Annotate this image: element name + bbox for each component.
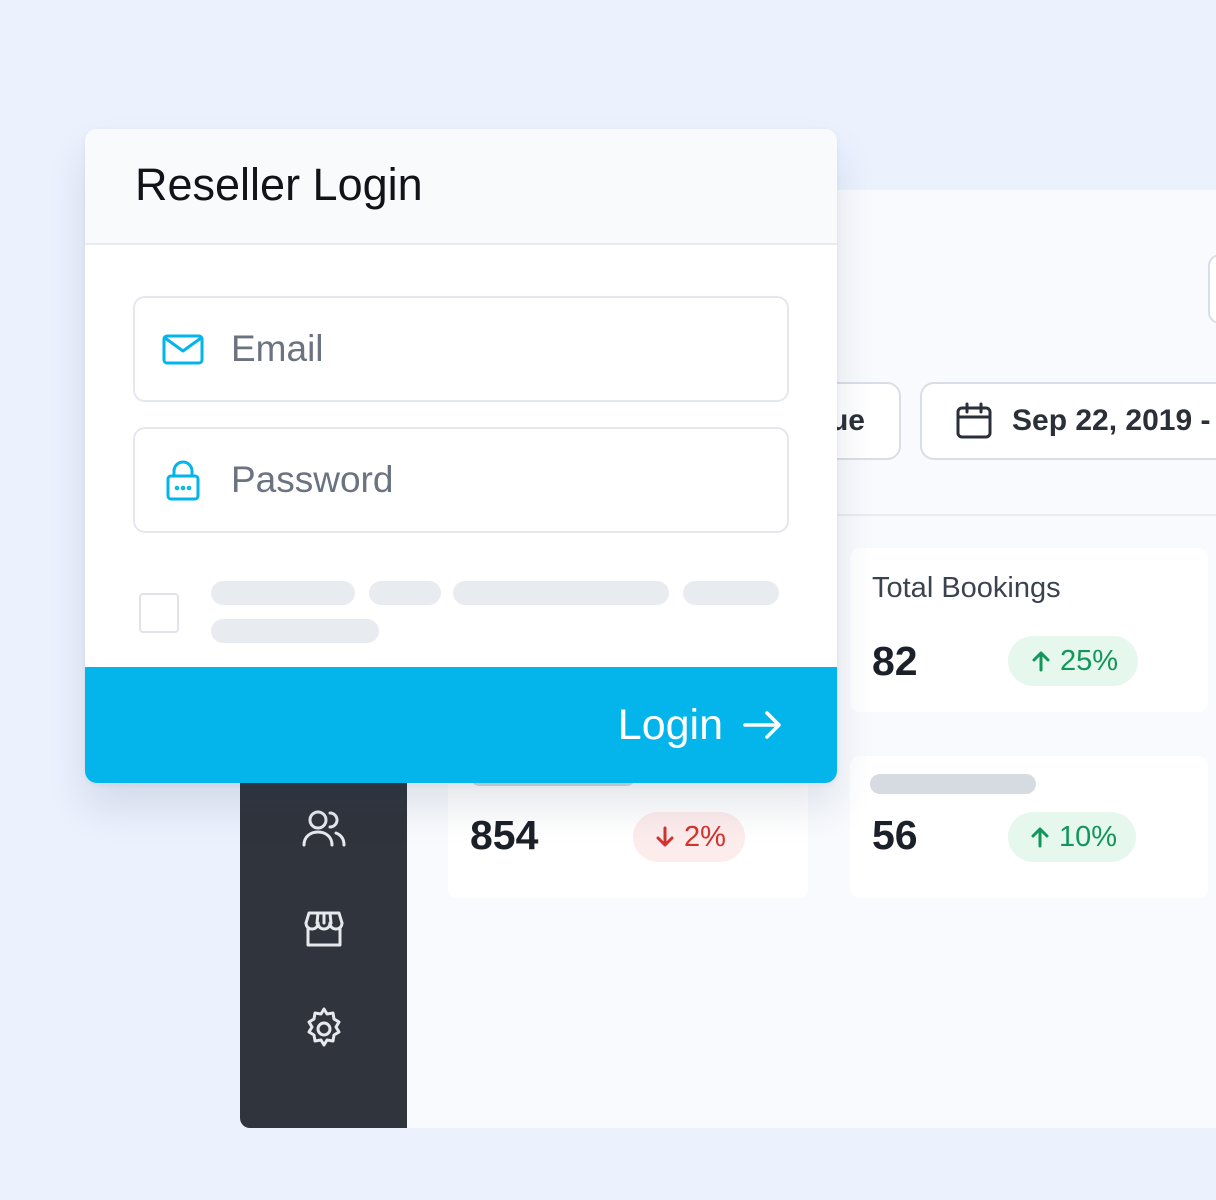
stat-value: 82 [872,638,918,684]
login-button-label: Login [617,700,723,749]
stat-card-total-bookings: Total Bookings 82 25% [850,548,1208,712]
label-skeleton [870,774,1036,794]
change-badge: 25% [1008,636,1138,686]
stat-value: 56 [872,812,918,858]
text-skeleton [453,581,669,605]
reseller-login-card: Reseller Login Login [85,129,837,783]
password-field[interactable] [133,427,789,533]
mail-icon [162,334,204,365]
stat-card: 56 10% [850,756,1208,898]
stat-label: Total Bookings [872,572,1061,604]
text-skeleton [369,581,441,605]
page-title: Reseller Login [135,159,423,210]
change-value: 25% [1059,644,1119,677]
text-skeleton [211,619,379,643]
login-button[interactable]: Login [85,667,837,783]
change-badge: 2% [633,812,745,862]
change-value: 2% [684,820,726,853]
header-action-button[interactable] [1208,254,1216,324]
store-icon[interactable] [299,904,349,954]
date-range-label: Sep 22, 2019 - [1012,404,1211,437]
text-skeleton [211,581,355,605]
stat-value: 854 [470,812,539,858]
users-icon[interactable] [299,804,349,854]
arrow-down-icon [656,826,674,847]
password-input[interactable] [231,459,751,501]
text-skeleton [683,581,779,605]
arrow-up-icon [1032,651,1050,672]
email-input[interactable] [231,328,751,370]
remember-checkbox[interactable] [139,593,179,633]
calendar-icon [956,402,992,439]
date-range-picker[interactable]: Sep 22, 2019 - [920,382,1216,460]
arrow-right-icon [743,711,781,739]
arrow-up-icon [1031,827,1049,848]
lock-icon [166,460,200,501]
email-field[interactable] [133,296,789,402]
login-header: Reseller Login [85,129,837,245]
change-badge: 10% [1008,812,1136,862]
settings-gear-icon[interactable] [299,1004,349,1054]
change-value: 10% [1058,820,1118,853]
